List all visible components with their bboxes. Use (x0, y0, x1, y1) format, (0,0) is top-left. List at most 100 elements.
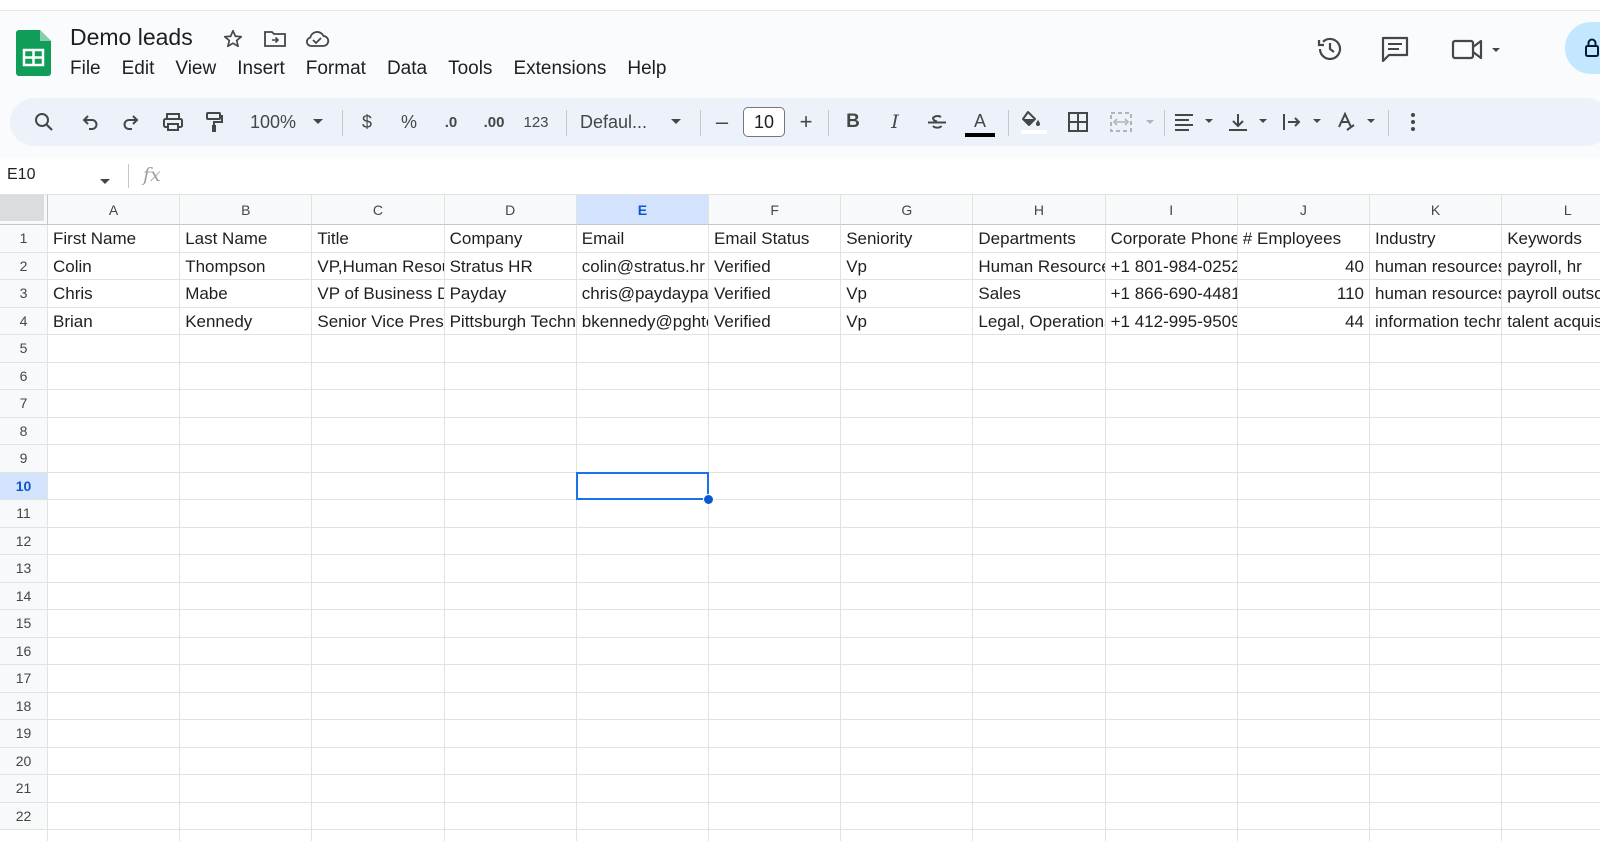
row-header-6[interactable]: 6 (0, 362, 48, 390)
cell-e2[interactable]: colin@stratus.hr (577, 253, 708, 281)
cell-c1[interactable]: Title (312, 225, 443, 253)
cell-e3[interactable]: chris@paydaypayroll.com (577, 280, 708, 308)
select-all-corner[interactable] (0, 195, 48, 225)
version-history-icon[interactable] (1310, 26, 1350, 72)
decrease-decimal-button[interactable]: .0 (436, 98, 466, 146)
row-header-11[interactable]: 11 (0, 500, 48, 528)
cell-k2[interactable]: human resources (1370, 253, 1501, 281)
text-color-button[interactable]: A (964, 98, 996, 146)
cell-h2[interactable]: Human Resources (973, 253, 1104, 281)
increase-decimal-button[interactable]: .00 (478, 98, 510, 146)
cell-k3[interactable]: human resources (1370, 280, 1501, 308)
zoom-caret-icon[interactable] (308, 98, 328, 146)
menu-extensions[interactable]: Extensions (513, 58, 623, 80)
row-header-13[interactable]: 13 (0, 555, 48, 583)
cell-l3[interactable]: payroll outsourcing (1502, 280, 1600, 308)
cell-f2[interactable]: Verified (709, 253, 840, 281)
row-header-2[interactable]: 2 (0, 252, 48, 280)
undo-icon[interactable] (76, 98, 104, 146)
column-header-f[interactable]: F (709, 195, 842, 225)
cell-c2[interactable]: VP,Human Resources (312, 253, 443, 281)
print-icon[interactable] (159, 98, 187, 146)
row-header-8[interactable]: 8 (0, 417, 48, 445)
cell-i4[interactable]: +1 412-995-9509 (1106, 308, 1237, 336)
cell-k1[interactable]: Industry (1370, 225, 1501, 253)
column-header-k[interactable]: K (1370, 195, 1503, 225)
cell-f3[interactable]: Verified (709, 280, 840, 308)
row-header-18[interactable]: 18 (0, 692, 48, 720)
menu-tools[interactable]: Tools (448, 58, 509, 80)
cell-l4[interactable]: talent acquisition (1502, 308, 1600, 336)
row-header-14[interactable]: 14 (0, 582, 48, 610)
menu-edit[interactable]: Edit (122, 58, 172, 80)
cell-c4[interactable]: Senior Vice President (312, 308, 443, 336)
cell-i3[interactable]: +1 866-690-4481 (1106, 280, 1237, 308)
row-header-1[interactable]: 1 (0, 225, 48, 253)
name-box-caret-icon[interactable] (100, 172, 110, 190)
share-button[interactable] (1565, 22, 1600, 74)
horizontal-align-icon[interactable] (1172, 98, 1218, 146)
column-header-a[interactable]: A (48, 195, 181, 225)
more-options-icon[interactable] (1400, 98, 1426, 146)
menu-format[interactable]: Format (306, 58, 383, 80)
cell-b1[interactable]: Last Name (180, 225, 311, 253)
row-header-5[interactable]: 5 (0, 335, 48, 363)
row-header-4[interactable]: 4 (0, 307, 48, 335)
fill-handle[interactable] (703, 494, 714, 505)
column-header-l[interactable]: L (1502, 195, 1600, 225)
row-header-3[interactable]: 3 (0, 280, 48, 308)
row-header-16[interactable]: 16 (0, 637, 48, 665)
redo-icon[interactable] (117, 98, 145, 146)
borders-icon[interactable] (1064, 98, 1092, 146)
meet-camera-icon[interactable] (1448, 26, 1508, 72)
cell-j1[interactable]: # Employees (1238, 225, 1369, 253)
star-icon[interactable] (220, 26, 246, 52)
name-box[interactable]: E10 (7, 166, 35, 184)
cell-a1[interactable]: First Name (48, 225, 179, 253)
row-header-22[interactable]: 22 (0, 802, 48, 830)
cell-l1[interactable]: Keywords (1502, 225, 1600, 253)
column-header-e[interactable]: E (576, 195, 709, 225)
increase-font-size-button[interactable]: + (794, 98, 818, 146)
vertical-align-icon[interactable] (1226, 98, 1272, 146)
italic-button[interactable]: I (882, 98, 908, 146)
cell-j3[interactable]: 110 (1238, 280, 1369, 308)
menu-view[interactable]: View (175, 58, 233, 80)
row-header-21[interactable]: 21 (0, 775, 48, 803)
cell-a4[interactable]: Brian (48, 308, 179, 336)
format-percent-button[interactable]: % (396, 98, 422, 146)
cell-g3[interactable]: Vp (841, 280, 972, 308)
cell-b4[interactable]: Kennedy (180, 308, 311, 336)
spreadsheet-grid[interactable]: A B C D E F G H I J K L 1 2 3 4 5 6 7 8 9 10 11 12 13 14 15 16 17 18 1… (0, 195, 1600, 841)
decrease-font-size-button[interactable]: – (710, 98, 734, 146)
row-header-19[interactable]: 19 (0, 720, 48, 748)
cell-g4[interactable]: Vp (841, 308, 972, 336)
move-folder-icon[interactable] (262, 26, 288, 52)
paint-format-icon[interactable] (200, 98, 228, 146)
row-header-17[interactable]: 17 (0, 665, 48, 693)
document-title[interactable]: Demo leads (70, 24, 193, 51)
row-header-7[interactable]: 7 (0, 390, 48, 418)
strikethrough-icon[interactable] (924, 98, 950, 146)
column-header-c[interactable]: C (312, 195, 445, 225)
bold-button[interactable]: B (840, 98, 866, 146)
font-size-input[interactable]: 10 (743, 107, 785, 137)
merge-cells-icon[interactable] (1108, 98, 1158, 146)
zoom-select[interactable]: 100% (243, 98, 303, 146)
cell-i2[interactable]: +1 801-984-0252 (1106, 253, 1237, 281)
cell-j2[interactable]: 40 (1238, 253, 1369, 281)
column-header-i[interactable]: I (1105, 195, 1238, 225)
menu-data[interactable]: Data (387, 58, 444, 80)
cell-f4[interactable]: Verified (709, 308, 840, 336)
row-header-12[interactable]: 12 (0, 527, 48, 555)
font-caret-icon[interactable] (666, 98, 686, 146)
row-header-20[interactable]: 20 (0, 747, 48, 775)
cell-a2[interactable]: Colin (48, 253, 179, 281)
menu-insert[interactable]: Insert (237, 58, 302, 80)
cell-d1[interactable]: Company (445, 225, 576, 253)
cell-j4[interactable]: 44 (1238, 308, 1369, 336)
row-header-10[interactable]: 10 (0, 472, 48, 500)
cell-l2[interactable]: payroll, hr (1502, 253, 1600, 281)
cell-c3[interactable]: VP of Business Development (312, 280, 443, 308)
cell-d2[interactable]: Stratus HR (445, 253, 576, 281)
